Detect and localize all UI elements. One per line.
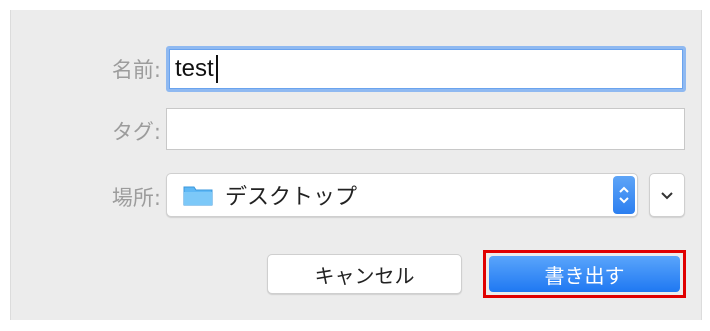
location-stepper-icon[interactable] (613, 176, 635, 214)
cancel-button[interactable]: キャンセル (267, 254, 462, 294)
text-caret (215, 55, 218, 83)
name-field[interactable]: test (166, 46, 686, 92)
folder-icon (183, 184, 213, 206)
chevron-down-icon (650, 192, 684, 220)
export-button[interactable]: 書き出す (489, 256, 680, 292)
location-select[interactable]: デスクトップ (166, 173, 638, 217)
name-field-value: test (175, 55, 214, 82)
location-label: 場所: (111, 186, 161, 210)
tag-label: タグ: (111, 120, 161, 144)
location-value: デスクトップ (225, 185, 358, 210)
name-label: 名前: (111, 58, 161, 82)
tag-field[interactable] (166, 108, 685, 150)
expand-button[interactable] (649, 173, 685, 217)
save-dialog: 名前: test タグ: 場所: デスクトップ キャンセル 書き出す (10, 10, 702, 320)
